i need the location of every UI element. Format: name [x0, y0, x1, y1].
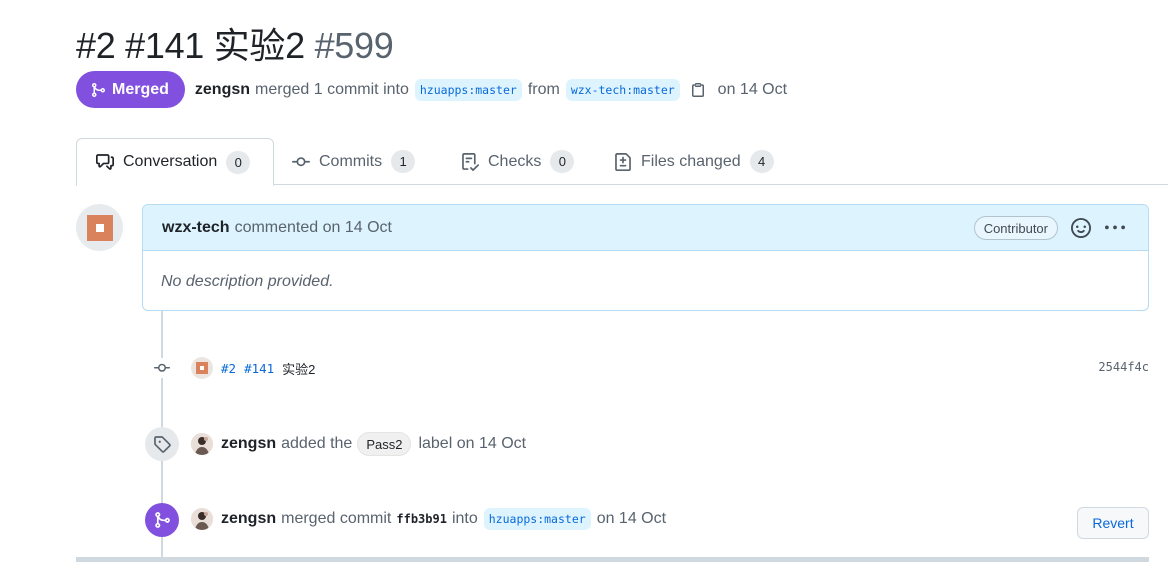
tab-conversation-count: 0	[226, 150, 251, 174]
comment-action[interactable]: commented on 14 Oct	[235, 219, 392, 237]
tab-checks-label: Checks	[488, 152, 542, 170]
comment-header: wzx-tech commented on 14 Oct Contributor	[143, 205, 1148, 251]
git-commit-icon	[292, 156, 310, 166]
label-event-author[interactable]: zengsn	[221, 435, 276, 453]
tag-icon	[145, 427, 179, 461]
kebab-horizontal-icon[interactable]	[1104, 218, 1126, 238]
commit-link-2[interactable]: #2	[221, 361, 236, 376]
smiley-icon[interactable]	[1071, 218, 1091, 238]
tab-checks[interactable]: Checks 0	[461, 138, 575, 185]
merged-status-label: Merged	[112, 80, 169, 98]
git-commit-icon	[150, 358, 174, 378]
tab-commits[interactable]: Commits 1	[292, 138, 416, 185]
tab-conversation[interactable]: Conversation 0	[76, 138, 274, 186]
pr-comment: wzx-tech commented on 14 Oct Contributor…	[142, 204, 1149, 311]
merge-event-date: on 14 Oct	[596, 510, 667, 527]
commenter-avatar[interactable]	[76, 204, 123, 251]
label-event: zengsn added the Pass2 label on 14 Oct	[191, 432, 526, 456]
page-title: #2 #141 实验2 #599	[76, 17, 394, 69]
revert-button[interactable]: Revert	[1077, 507, 1149, 539]
tab-files-changed-label: Files changed	[641, 152, 741, 170]
copy-icon[interactable]	[690, 82, 706, 98]
timeline-divider	[76, 557, 1149, 562]
commit-link-141[interactable]: #141	[244, 361, 274, 376]
from-text: from	[527, 80, 560, 98]
merge-target-branch[interactable]: hzuapps:master	[483, 508, 591, 530]
file-diff-icon	[615, 152, 631, 171]
pr-title: #2 #141 实验2	[76, 25, 305, 66]
label-pass2[interactable]: Pass2	[357, 432, 412, 456]
commit-event: #2 #141 实验2	[191, 357, 315, 379]
git-merge-icon	[92, 82, 106, 97]
commit-author-avatar[interactable]	[191, 357, 213, 379]
zengsn-avatar[interactable]	[191, 508, 213, 530]
merged-status-badge: Merged	[76, 71, 185, 108]
git-merge-icon	[145, 503, 179, 537]
commit-message[interactable]: 实验2	[282, 359, 315, 378]
label-event-text2: label on 14 Oct	[418, 435, 527, 452]
merge-event-author[interactable]: zengsn	[221, 510, 276, 528]
comment-discussion-icon	[96, 154, 114, 170]
contributor-badge: Contributor	[973, 216, 1058, 240]
tab-files-changed[interactable]: Files changed 4	[614, 138, 774, 185]
comment-author[interactable]: wzx-tech	[162, 219, 230, 237]
merged-text: merged 1 commit into	[255, 80, 409, 98]
pr-meta: Merged zengsn merged 1 commit into hzuap…	[76, 71, 787, 108]
pr-tabs: Conversation 0 Commits 1 Checks 0 Files …	[76, 138, 1168, 186]
merger-username[interactable]: zengsn	[195, 81, 250, 99]
merged-date: on 14 Oct	[717, 80, 788, 98]
zengsn-avatar[interactable]	[191, 433, 213, 455]
label-event-text1: added the	[281, 435, 353, 452]
tab-commits-label: Commits	[319, 152, 383, 170]
head-branch[interactable]: wzx-tech:master	[565, 78, 680, 101]
comment-body: No description provided.	[161, 273, 334, 290]
tab-checks-count: 0	[550, 150, 575, 173]
pr-number: #599	[314, 25, 394, 66]
merge-event: zengsn merged commit ffb3b91 into hzuapp…	[191, 508, 666, 530]
commit-sha[interactable]: 2544f4c	[1098, 360, 1149, 374]
checklist-icon	[462, 152, 479, 171]
merge-commit-sha[interactable]: ffb3b91	[396, 512, 447, 526]
tab-files-changed-count: 4	[749, 150, 774, 173]
tab-commits-count: 1	[391, 150, 416, 173]
merge-event-text1: merged commit	[281, 510, 392, 527]
base-branch[interactable]: hzuapps:master	[414, 78, 522, 101]
tab-conversation-label: Conversation	[123, 153, 218, 170]
merge-event-text2: into	[451, 510, 478, 527]
